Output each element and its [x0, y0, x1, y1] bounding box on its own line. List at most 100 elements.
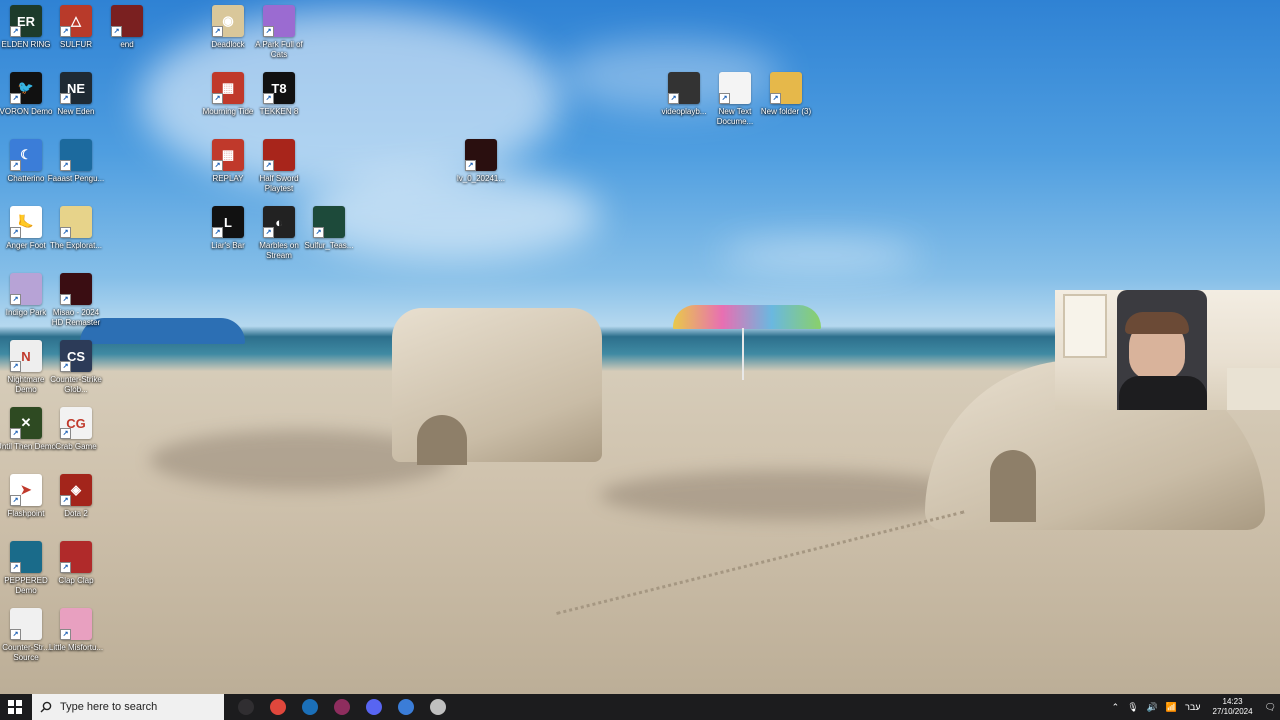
steam-icon [302, 699, 318, 715]
app-icon: ▦ ↗ [212, 72, 244, 104]
taskbar-app-winrar[interactable] [326, 694, 358, 720]
shortcut-arrow-icon: ↗ [770, 93, 781, 104]
taskbar-app-chrome[interactable] [262, 694, 294, 720]
desktop-icon[interactable]: ↗ Half Sword Playtest [249, 139, 309, 194]
shortcut-arrow-icon: ↗ [263, 26, 274, 37]
desktop-icon-label: Sulfur_Teas... [304, 241, 354, 250]
shortcut-arrow-icon: ↗ [10, 26, 21, 37]
desktop-icon[interactable]: NE ↗ New Eden [46, 72, 106, 117]
desktop-icon-label: New folder (3) [760, 107, 812, 116]
app-icon: ↗ [10, 541, 42, 573]
search-placeholder: Type here to search [60, 701, 158, 713]
desktop-icon[interactable]: T8 ↗ TEKKEN 8 [249, 72, 309, 117]
winrar-icon [334, 699, 350, 715]
clock-time: 14:23 [1222, 697, 1243, 706]
shortcut-arrow-icon: ↗ [10, 160, 21, 171]
app-icon: ↗ [263, 139, 295, 171]
desktop-icon-label: Misao - 2024 HD Remaster [51, 308, 101, 327]
shortcut-arrow-icon: ↗ [60, 294, 71, 305]
desktop-icon[interactable]: ↗ Sulfur_Teas... [299, 206, 359, 251]
taskbar-search-box[interactable]: Type here to search [32, 694, 224, 720]
network-icon[interactable]: 📶 [1166, 702, 1177, 713]
clock-date: 27/10/2024 [1212, 707, 1253, 716]
notification-icon[interactable]: 🗨 [1265, 702, 1276, 713]
discord-icon [366, 699, 382, 715]
chatterino-icon [398, 699, 414, 715]
app-icon: NE ↗ [60, 72, 92, 104]
desktop-icon[interactable]: ↗ Misao - 2024 HD Remaster [46, 273, 106, 328]
desktop-icon[interactable]: ↗ Little Misfortu... [46, 608, 106, 653]
desktop-icon-label: Dota 2 [64, 509, 88, 518]
desktop-icon-label: New Eden [57, 107, 95, 116]
desktop-icon[interactable]: CS ↗ Counter-Strike Glob... [46, 340, 106, 395]
desktop-icon[interactable]: ↗ end [97, 5, 157, 50]
desktop-icon-label: Chatterino [7, 174, 45, 183]
desktop-icon-label: A Park Full of Cats [255, 40, 303, 59]
app-icon: T8 ↗ [263, 72, 295, 104]
shortcut-arrow-icon: ↗ [10, 227, 21, 238]
app-icon: ☾ ↗ [10, 139, 42, 171]
chevron-up-icon[interactable]: ⌃ [1112, 702, 1120, 713]
shortcut-arrow-icon: ↗ [60, 562, 71, 573]
app-icon: ↗ [668, 72, 700, 104]
taskbar-app-steam[interactable] [294, 694, 326, 720]
app-icon: ↗ [111, 5, 143, 37]
desktop-icon[interactable]: ↗ A Park Full of Cats [249, 5, 309, 60]
app-icon: ↗ [313, 206, 345, 238]
shortcut-arrow-icon: ↗ [719, 93, 730, 104]
desktop-icon[interactable]: ↗ The Explorat... [46, 206, 106, 251]
shortcut-arrow-icon: ↗ [60, 428, 71, 439]
desktop-icon-label: Little Misfortu... [48, 643, 104, 652]
shortcut-arrow-icon: ↗ [60, 26, 71, 37]
desktop-icon[interactable]: ↗ New folder (3) [756, 72, 816, 117]
desktop-icon[interactable]: ↗ lv_0_20241... [451, 139, 511, 184]
shortcut-arrow-icon: ↗ [10, 629, 21, 640]
desktop-icon-label: TEKKEN 8 [259, 107, 299, 116]
desktop-icon-label: REPLAY [212, 174, 244, 183]
desktop-icon-label: videoplayb... [661, 107, 707, 116]
desktop: ER ↗ ELDEN RING △ ↗ SULFUR ↗ end ◉ ↗ Deadlock ↗ A Pa… [0, 0, 1280, 694]
taskbar-app-discord[interactable] [358, 694, 390, 720]
shortcut-arrow-icon: ↗ [212, 160, 223, 171]
shortcut-arrow-icon: ↗ [60, 227, 71, 238]
speaker-icon[interactable]: 🔊 [1147, 702, 1158, 713]
desktop-icon-label: Mourning Tide [202, 107, 254, 116]
app-icon: CG ↗ [60, 407, 92, 439]
desktop-icon-label: Crab Game [55, 442, 97, 451]
desktop-icon[interactable]: ↗ Clap Clap [46, 541, 106, 586]
app-icon: N ↗ [10, 340, 42, 372]
microphone-icon[interactable]: 🎙 [1127, 702, 1138, 713]
app-icon: ✕ ↗ [10, 407, 42, 439]
app-icon: ↗ [719, 72, 751, 104]
shortcut-arrow-icon: ↗ [668, 93, 679, 104]
app-icon: ER ↗ [10, 5, 42, 37]
app-icon: ↗ [60, 273, 92, 305]
desktop-icon-label: Indigo Park [5, 308, 47, 317]
desktop-icon-label: Half Sword Playtest [259, 174, 299, 193]
desktop-icon[interactable]: ◈ ↗ Dota 2 [46, 474, 106, 519]
shortcut-arrow-icon: ↗ [10, 294, 21, 305]
taskbar-app-obs[interactable] [230, 694, 262, 720]
taskbar-app-unknown[interactable] [422, 694, 454, 720]
desktop-icon[interactable]: CG ↗ Crab Game [46, 407, 106, 452]
shortcut-arrow-icon: ↗ [10, 428, 21, 439]
system-tray: ⌃ 🎙 🔊 📶 עבר 14:23 27/10/2024 🗨 [1108, 694, 1280, 720]
desktop-icon-label: Deadlock [211, 40, 245, 49]
shortcut-arrow-icon: ↗ [465, 160, 476, 171]
shortcut-arrow-icon: ↗ [10, 495, 21, 506]
shortcut-arrow-icon: ↗ [10, 93, 21, 104]
shortcut-arrow-icon: ↗ [60, 495, 71, 506]
app-icon: ◐ ↗ [263, 206, 295, 238]
taskbar-apps [230, 694, 454, 720]
desktop-icon-label: VORON Demo [0, 107, 53, 116]
start-button[interactable] [0, 694, 30, 720]
app-icon: ↗ [60, 206, 92, 238]
app-icon: △ ↗ [60, 5, 92, 37]
taskbar: Type here to search ⌃ 🎙 🔊 📶 עבר 14:23 27… [0, 694, 1280, 720]
language-indicator[interactable]: עבר [1185, 702, 1200, 712]
taskbar-app-chatterino[interactable] [390, 694, 422, 720]
desktop-icon[interactable]: ↗ Faaast Pengu... [46, 139, 106, 184]
clock[interactable]: 14:23 27/10/2024 [1213, 697, 1253, 717]
shortcut-arrow-icon: ↗ [212, 93, 223, 104]
desktop-icon-label: Clap Clap [58, 576, 94, 585]
